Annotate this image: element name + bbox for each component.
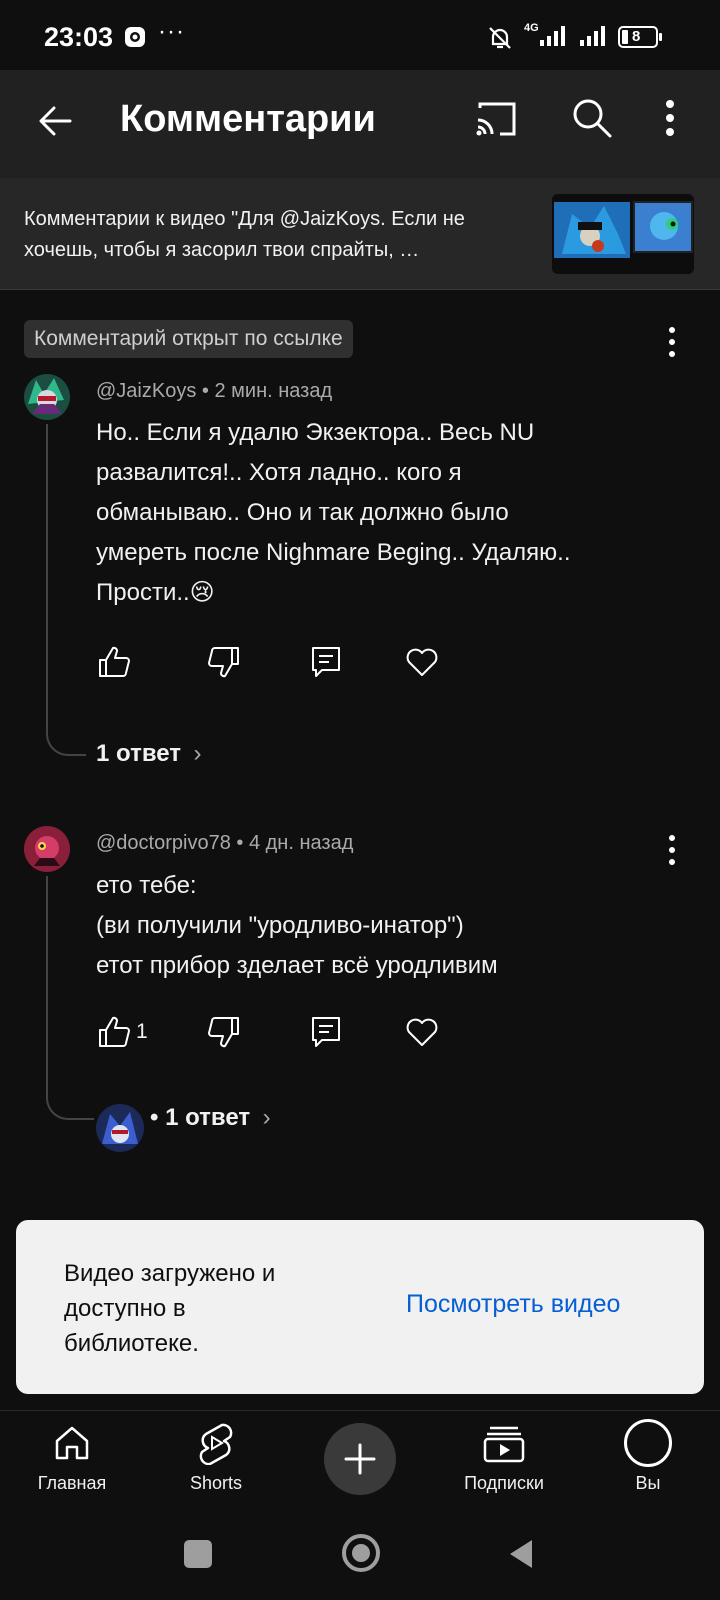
system-navigation xyxy=(0,1510,720,1600)
video-info-row[interactable]: Комментарии к видео "Для @JaizKoys. Если… xyxy=(0,178,720,290)
heart-icon[interactable] xyxy=(404,1014,440,1050)
app-notification-icon xyxy=(125,27,145,47)
comment-line: Но.. Если я удалю Экзектора.. Весь NU xyxy=(96,419,535,446)
home-system-icon[interactable] xyxy=(342,1534,380,1572)
page-title: Комментарии xyxy=(120,98,376,140)
comment-line: (ви получили "уродливо-инатор") xyxy=(96,912,464,939)
bell-off-icon xyxy=(489,27,511,49)
app-header: Комментарии xyxy=(0,70,720,178)
comment-line: ето тебе: xyxy=(96,872,197,899)
shorts-icon xyxy=(199,1423,233,1465)
comment-author[interactable]: @doctorpivo78 xyxy=(96,832,231,854)
meta-separator: • xyxy=(236,832,249,854)
dislike-icon[interactable] xyxy=(206,644,242,680)
comment-author[interactable]: @JaizKoys xyxy=(96,380,196,402)
comment-line: обманываю.. Оно и так должно было xyxy=(96,499,509,526)
battery-icon: 8 xyxy=(618,26,662,48)
comment-line: развалится!.. Хотя ладно.. кого я xyxy=(96,459,462,486)
replies-count: 1 ответ xyxy=(165,1104,251,1131)
signal-icon-2 xyxy=(580,26,605,46)
like-icon[interactable] xyxy=(96,644,132,680)
bottom-navigation: Главная Shorts Подписки Вы xyxy=(0,1410,720,1510)
replies-separator: • xyxy=(150,1104,166,1131)
meta-separator: • xyxy=(201,380,215,402)
create-button[interactable] xyxy=(324,1423,396,1495)
avatar[interactable] xyxy=(24,826,70,872)
nav-you-label: Вы xyxy=(635,1473,661,1493)
heart-icon[interactable] xyxy=(404,644,440,680)
comment-1-more-icon[interactable] xyxy=(666,324,678,360)
comment-line: етот прибор зделает всё уродливим xyxy=(96,952,498,979)
more-notifications-icon: ··· xyxy=(158,18,185,45)
reply-avatar xyxy=(96,1104,144,1152)
subscriptions-icon xyxy=(483,1426,525,1463)
comment-text: ето тебе: (ви получили "уродливо-инатор"… xyxy=(96,866,676,986)
comment-meta: @JaizKoys • 2 мин. назад xyxy=(96,380,332,403)
snackbar-message: Видео загружено и доступно в библиотеке. xyxy=(64,1260,276,1357)
like-icon[interactable] xyxy=(96,1014,132,1050)
plus-icon xyxy=(344,1443,376,1475)
nav-home-label: Главная xyxy=(37,1473,107,1493)
nav-home[interactable]: Главная xyxy=(2,1419,142,1505)
view-video-button[interactable]: Посмотреть видео xyxy=(406,1290,620,1319)
comment-time: 4 дн. назад xyxy=(248,832,354,854)
home-icon xyxy=(55,1426,89,1460)
nav-subscriptions-label: Подписки xyxy=(464,1473,544,1493)
comment-line: Прости..😢 xyxy=(96,579,215,606)
comment-meta: @doctorpivo78 • 4 дн. назад xyxy=(96,832,353,855)
thread-connector xyxy=(46,712,86,756)
reply-icon[interactable] xyxy=(308,1014,344,1050)
back-system-icon[interactable] xyxy=(506,1536,536,1572)
dislike-icon[interactable] xyxy=(206,1014,242,1050)
cast-icon[interactable] xyxy=(474,100,518,140)
signal-icon-1 xyxy=(540,26,565,46)
chevron-right-icon: › xyxy=(262,1104,271,1131)
replies-link[interactable]: • 1 ответ › xyxy=(150,1104,271,1132)
comment-text: Но.. Если я удалю Экзектора.. Весь NU ра… xyxy=(96,413,676,613)
comment-time: 2 мин. назад xyxy=(214,380,333,402)
linked-comment-badge: Комментарий открыт по ссылке xyxy=(24,320,353,358)
search-icon[interactable] xyxy=(570,96,614,140)
battery-level: 8 xyxy=(632,28,641,45)
status-time: 23:03 xyxy=(44,22,114,52)
nav-you[interactable]: Вы xyxy=(578,1419,718,1505)
thread-connector xyxy=(46,1076,94,1120)
replies-link[interactable]: 1 ответ › xyxy=(96,740,202,768)
comment-2-more-icon[interactable] xyxy=(666,832,678,868)
back-arrow-icon[interactable] xyxy=(34,100,76,142)
more-vert-icon[interactable] xyxy=(664,98,676,138)
thread-line xyxy=(46,424,48,720)
thread-line xyxy=(46,876,48,1084)
nav-shorts-label: Shorts xyxy=(189,1473,243,1493)
avatar[interactable] xyxy=(24,374,70,420)
nav-subscriptions[interactable]: Подписки xyxy=(434,1419,574,1505)
snackbar: Видео загружено и доступно в библиотеке.… xyxy=(16,1220,704,1394)
status-bar: 23:03 ··· 4G 8 xyxy=(0,0,720,70)
profile-icon xyxy=(624,1419,672,1467)
reply-icon[interactable] xyxy=(308,644,344,680)
nav-shorts[interactable]: Shorts xyxy=(146,1419,286,1505)
comment-line: умереть после Nighmare Beging.. Удаляю.. xyxy=(96,539,571,566)
like-count: 1 xyxy=(136,1020,148,1043)
video-title: Комментарии к видео "Для @JaizKoys. Если… xyxy=(24,208,465,261)
replies-count: 1 ответ xyxy=(96,740,182,767)
chevron-right-icon: › xyxy=(193,740,202,767)
recents-icon[interactable] xyxy=(184,1540,212,1568)
video-thumbnail[interactable] xyxy=(552,194,694,274)
